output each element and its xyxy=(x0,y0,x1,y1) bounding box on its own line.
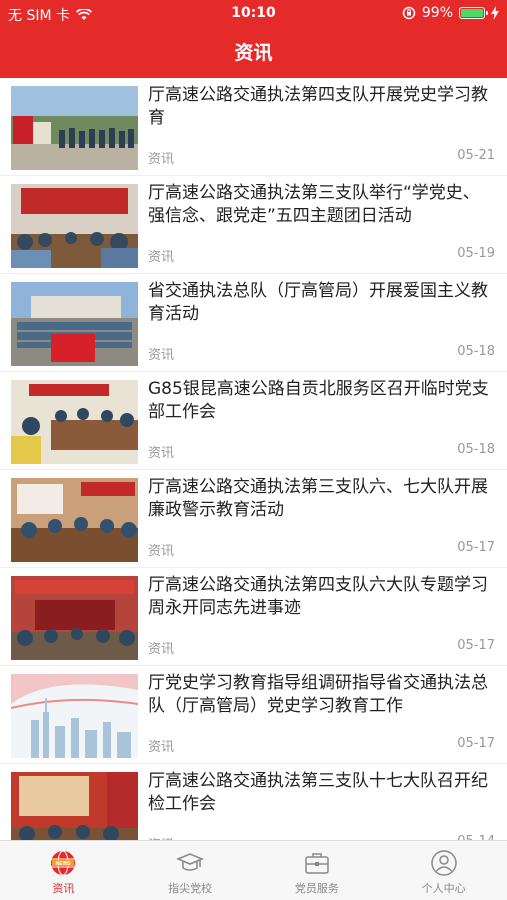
person-icon xyxy=(430,850,457,876)
news-item[interactable]: 厅高速公路交通执法第四支队六大队专题学习周永开同志先进事迹 资讯 05-17 xyxy=(0,568,507,666)
news-source: 资讯 xyxy=(148,544,175,559)
news-item[interactable]: 省交通执法总队（厅高管局）开展爱国主义教育活动 资讯 05-18 xyxy=(0,274,507,372)
news-source: 资讯 xyxy=(148,250,175,265)
news-list[interactable]: 厅高速公路交通执法第四支队开展党史学习教育 资讯 05-21 厅高速公路交通执法… xyxy=(0,78,507,840)
news-item[interactable]: 厅高速公路交通执法第四支队开展党史学习教育 资讯 05-21 xyxy=(0,78,507,176)
news-title: 厅高速公路交通执法第四支队六大队专题学习周永开同志先进事迹 xyxy=(148,575,488,618)
battery-icon xyxy=(459,7,488,19)
news-title: 厅高速公路交通执法第三支队举行“学党史、强信念、跟党走”五四主题团日活动 xyxy=(148,183,480,226)
tab-party-school[interactable]: 指尖党校 xyxy=(127,841,254,900)
briefcase-icon xyxy=(305,853,329,874)
page-title: 资讯 xyxy=(234,42,273,64)
news-thumbnail xyxy=(11,674,138,758)
news-date: 05-18 xyxy=(457,442,495,457)
news-date: 05-18 xyxy=(457,344,495,359)
charging-icon xyxy=(491,6,499,20)
news-source: 资讯 xyxy=(148,642,175,657)
news-thumbnail xyxy=(11,576,138,660)
svg-text:NEWS: NEWS xyxy=(56,861,72,867)
news-source: 资讯 xyxy=(148,348,175,363)
graduation-cap-icon xyxy=(176,853,205,871)
news-title: 厅高速公路交通执法第三支队十七大队召开纪检工作会 xyxy=(148,771,488,814)
tab-member-service[interactable]: 党员服务 xyxy=(254,841,381,900)
news-globe-icon: NEWS xyxy=(51,850,76,876)
news-source: 资讯 xyxy=(148,740,175,755)
battery-percent: 99% xyxy=(421,5,453,21)
tab-news[interactable]: NEWS 资讯 xyxy=(0,841,127,900)
tab-label: 党员服务 xyxy=(294,882,339,895)
news-item[interactable]: 厅高速公路交通执法第三支队六、七大队开展廉政警示教育活动 资讯 05-17 xyxy=(0,470,507,568)
news-title: 省交通执法总队（厅高管局）开展爱国主义教育活动 xyxy=(148,281,488,324)
news-item[interactable]: G85银昆高速公路自贡北服务区召开临时党支部工作会 资讯 05-18 xyxy=(0,372,507,470)
news-source: 资讯 xyxy=(148,152,175,167)
news-title: G85银昆高速公路自贡北服务区召开临时党支部工作会 xyxy=(148,379,489,422)
tab-bar: NEWS 资讯 指尖党校 党员服务 个人中心 xyxy=(0,840,507,900)
news-date: 05-21 xyxy=(457,148,495,163)
news-thumbnail xyxy=(11,86,138,170)
news-date: 05-17 xyxy=(457,540,495,555)
news-date: 05-19 xyxy=(457,246,495,261)
news-item[interactable]: 厅党史学习教育指导组调研指导省交通执法总队（厅高管局）党史学习教育工作 资讯 0… xyxy=(0,666,507,764)
news-thumbnail xyxy=(11,184,138,268)
news-date: 05-17 xyxy=(457,736,495,751)
orientation-lock-icon xyxy=(402,6,416,20)
news-item[interactable]: 厅高速公路交通执法第三支队十七大队召开纪检工作会 资讯 05-14 xyxy=(0,764,507,840)
news-date: 05-17 xyxy=(457,638,495,653)
tab-profile[interactable]: 个人中心 xyxy=(380,841,507,900)
news-title: 厅高速公路交通执法第三支队六、七大队开展廉政警示教育活动 xyxy=(148,477,488,520)
news-title: 厅党史学习教育指导组调研指导省交通执法总队（厅高管局）党史学习教育工作 xyxy=(148,673,488,716)
tab-label: 个人中心 xyxy=(421,882,466,895)
status-bar: 无 SIM 卡 10:10 99% xyxy=(0,0,507,28)
tab-label: 资讯 xyxy=(52,882,75,895)
news-thumbnail xyxy=(11,380,138,464)
news-source: 资讯 xyxy=(148,446,175,461)
news-thumbnail xyxy=(11,282,138,366)
news-thumbnail xyxy=(11,772,138,840)
news-title: 厅高速公路交通执法第四支队开展党史学习教育 xyxy=(148,85,488,128)
news-thumbnail xyxy=(11,478,138,562)
news-item[interactable]: 厅高速公路交通执法第三支队举行“学党史、强信念、跟党走”五四主题团日活动 资讯 … xyxy=(0,176,507,274)
app-header: 无 SIM 卡 10:10 99% 资讯 xyxy=(0,0,507,78)
tab-label: 指尖党校 xyxy=(168,882,213,895)
